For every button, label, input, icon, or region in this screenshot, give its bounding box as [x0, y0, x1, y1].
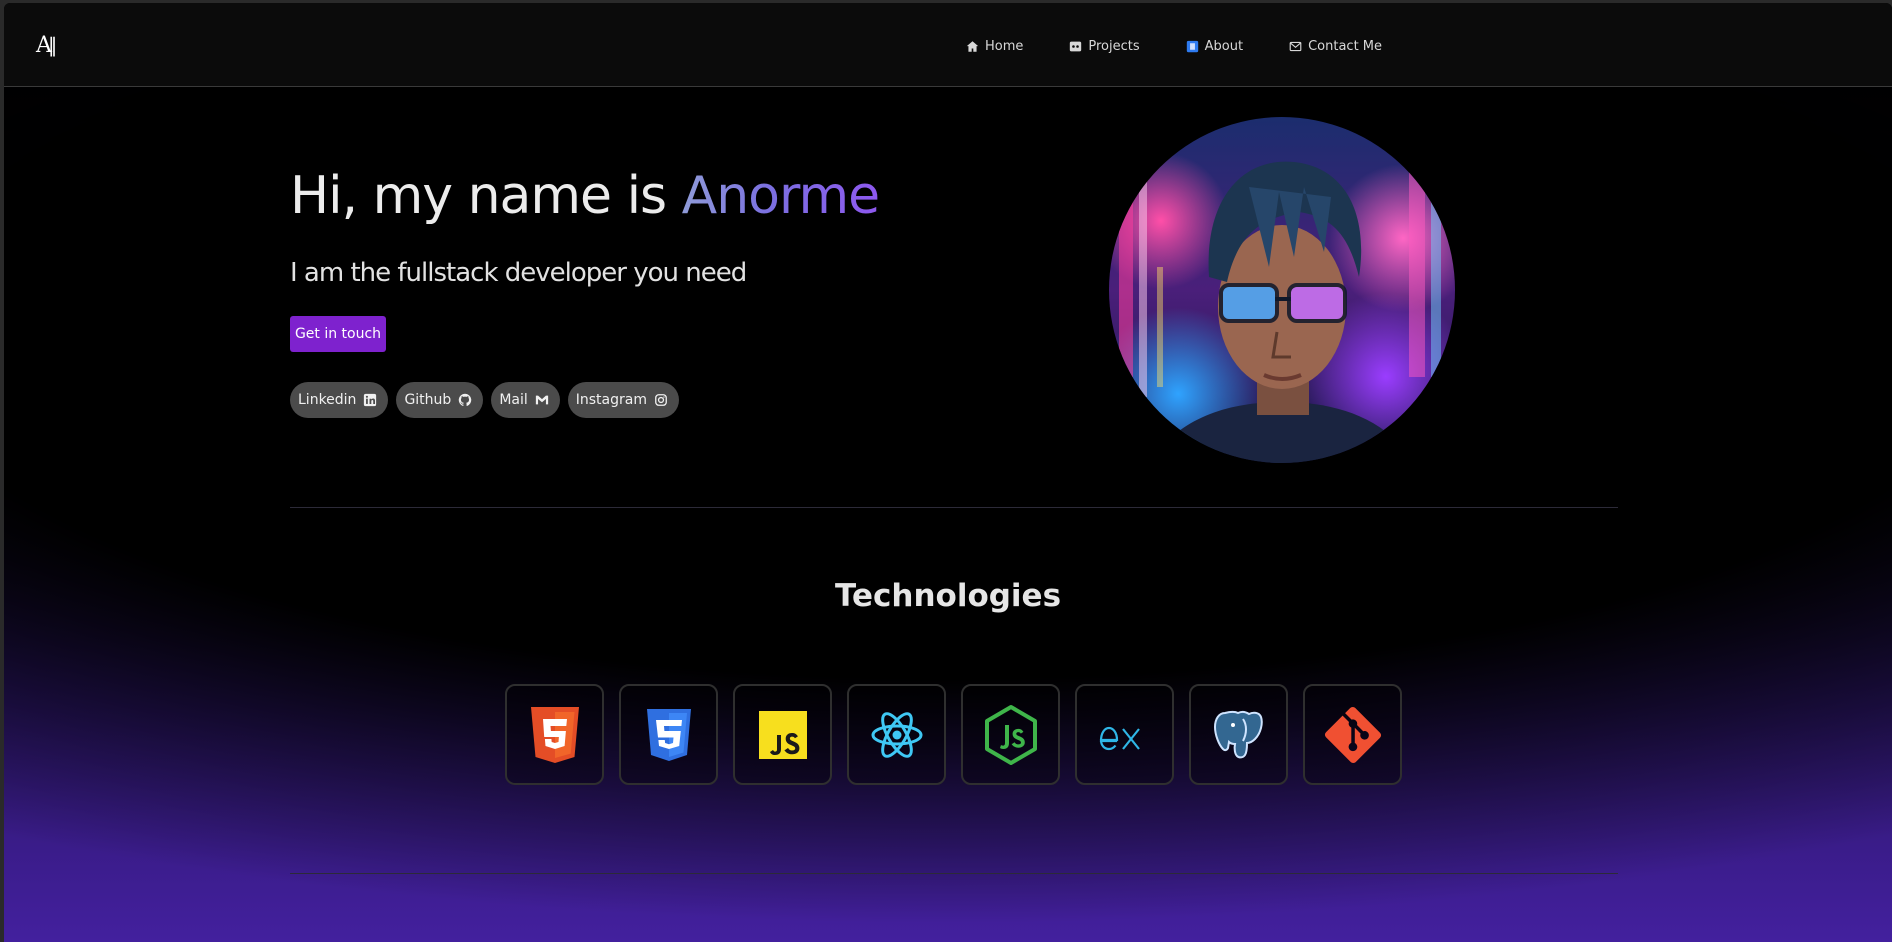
nodejs-icon — [984, 704, 1037, 765]
javascript-icon — [758, 710, 807, 759]
tech-card-express[interactable] — [1075, 684, 1174, 785]
nav-projects[interactable]: Projects — [1069, 31, 1140, 61]
mail-label: Mail — [499, 392, 528, 408]
technologies-title: Technologies — [834, 578, 1062, 614]
tech-card-html5[interactable] — [505, 684, 604, 785]
navbar: A|| Home Projects About Contact Me — [4, 3, 1892, 87]
technologies-grid — [505, 684, 1402, 785]
github-icon — [458, 393, 472, 407]
tech-card-postgresql[interactable] — [1189, 684, 1288, 785]
instagram-label: Instagram — [575, 392, 647, 408]
social-links: Linkedin Github Mail Instagram — [290, 382, 679, 418]
page-frame: A|| Home Projects About Contact Me Hi, m… — [4, 3, 1892, 942]
instagram-icon — [654, 393, 668, 407]
linkedin-icon — [363, 393, 377, 407]
nav-projects-label: Projects — [1088, 38, 1140, 54]
express-icon — [1099, 726, 1140, 750]
tech-card-css3[interactable] — [619, 684, 718, 785]
linkedin-label: Linkedin — [298, 392, 357, 408]
projects-icon — [1069, 40, 1082, 53]
css3-icon — [646, 708, 691, 761]
nav-links: Home Projects About Contact Me — [966, 31, 1428, 61]
tech-card-react[interactable] — [847, 684, 946, 785]
hero-name: Anorme — [681, 166, 880, 226]
section-divider-top — [290, 507, 1618, 508]
tech-card-nodejs[interactable] — [961, 684, 1060, 785]
instagram-button[interactable]: Instagram — [567, 382, 679, 418]
hero-greeting: Hi, my name is — [290, 166, 682, 226]
tech-card-git[interactable] — [1303, 684, 1402, 785]
nav-contact[interactable]: Contact Me — [1289, 31, 1382, 61]
gmail-icon — [535, 393, 549, 407]
nav-home-label: Home — [985, 38, 1024, 54]
linkedin-button[interactable]: Linkedin — [290, 382, 389, 418]
github-label: Github — [404, 392, 452, 408]
profile-avatar — [1109, 117, 1455, 463]
about-icon — [1186, 40, 1199, 53]
nav-contact-label: Contact Me — [1308, 38, 1383, 54]
section-divider-bottom — [290, 873, 1618, 874]
postgresql-icon — [1213, 710, 1263, 758]
hero-title: Hi, my name is Anorme — [290, 166, 880, 226]
nav-home[interactable]: Home — [966, 31, 1023, 61]
github-button[interactable]: Github — [396, 382, 484, 418]
mail-button[interactable]: Mail — [491, 382, 560, 418]
mail-icon — [1289, 40, 1302, 53]
git-icon — [1324, 706, 1381, 763]
logo[interactable]: A|| — [36, 31, 62, 59]
home-icon — [966, 40, 979, 53]
nav-about[interactable]: About — [1186, 31, 1243, 61]
nav-about-label: About — [1204, 38, 1244, 54]
tech-card-javascript[interactable] — [733, 684, 832, 785]
get-in-touch-button[interactable]: Get in touch — [290, 316, 386, 352]
react-icon — [871, 711, 922, 758]
hero-subtitle: I am the fullstack developer you need — [290, 258, 747, 288]
profile-portrait-illustration — [1119, 137, 1441, 463]
html5-icon — [530, 706, 579, 763]
